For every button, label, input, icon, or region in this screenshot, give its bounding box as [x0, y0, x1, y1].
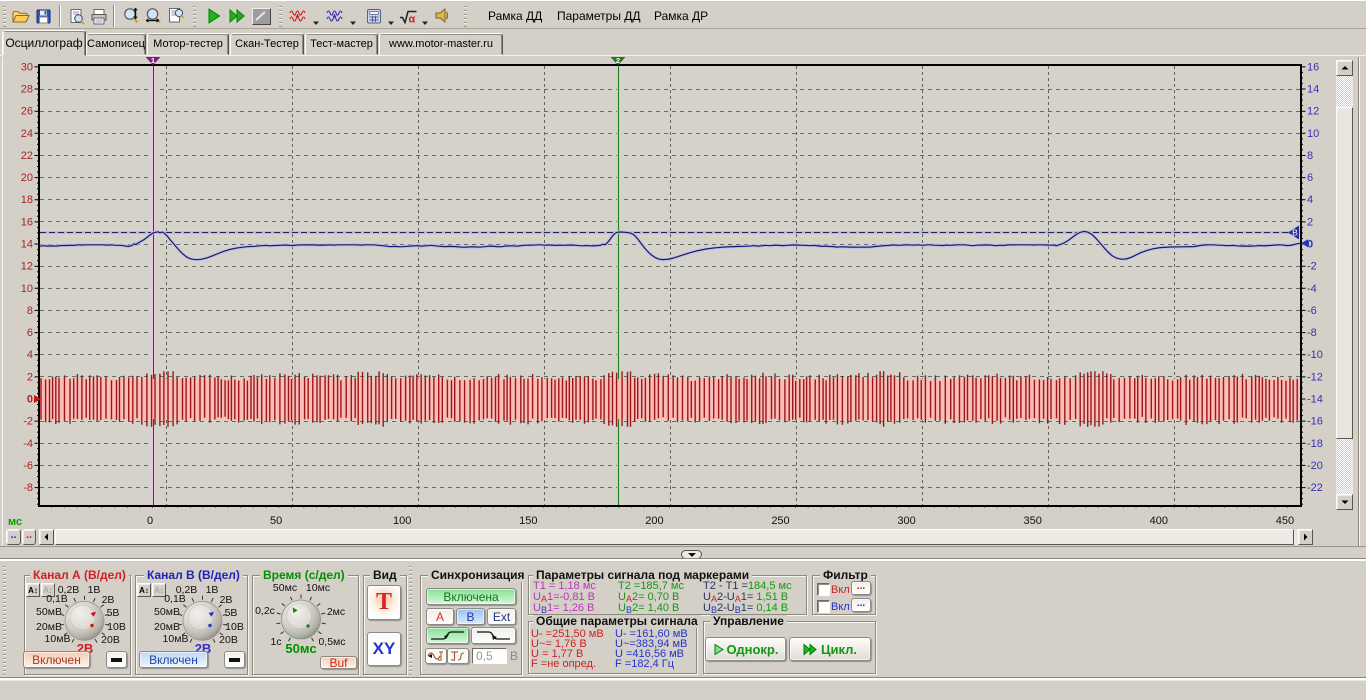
svg-text:-16: -16	[1307, 416, 1323, 428]
svg-text:12: 12	[21, 261, 33, 273]
svg-text:B: B	[1292, 228, 1298, 238]
svg-text:0: 0	[147, 515, 153, 527]
svg-text:30: 30	[21, 61, 33, 73]
svg-text:-22: -22	[1307, 482, 1323, 494]
svg-text:18: 18	[21, 194, 33, 206]
svg-text:-2: -2	[23, 416, 33, 428]
svg-text:мс: мс	[8, 516, 22, 528]
svg-text:100: 100	[393, 515, 411, 527]
svg-text:300: 300	[897, 515, 915, 527]
svg-text:2: 2	[1307, 216, 1313, 228]
svg-text:2: 2	[616, 56, 620, 65]
svg-text:-4: -4	[1307, 283, 1317, 295]
svg-text:8: 8	[1307, 150, 1313, 162]
svg-text:-2: -2	[1307, 261, 1317, 273]
svg-text:16: 16	[1307, 61, 1319, 73]
svg-text:16: 16	[21, 216, 33, 228]
svg-text:400: 400	[1150, 515, 1168, 527]
svg-text:-6: -6	[23, 460, 33, 472]
svg-text:8: 8	[27, 305, 33, 317]
svg-text:-6: -6	[1307, 305, 1317, 317]
svg-text:24: 24	[21, 128, 33, 140]
svg-text:22: 22	[21, 150, 33, 162]
svg-text:20: 20	[21, 172, 33, 184]
svg-text:250: 250	[771, 515, 789, 527]
svg-text:6: 6	[1307, 172, 1313, 184]
svg-text:α: α	[409, 14, 416, 26]
svg-text:-12: -12	[1307, 371, 1323, 383]
svg-text:10: 10	[21, 283, 33, 295]
svg-text:200: 200	[645, 515, 663, 527]
svg-text:150: 150	[519, 515, 537, 527]
svg-text:-10: -10	[1307, 349, 1323, 361]
svg-text:50: 50	[270, 515, 282, 527]
svg-text:-20: -20	[1307, 460, 1323, 472]
svg-text:-18: -18	[1307, 438, 1323, 450]
svg-text:0: 0	[27, 394, 33, 406]
svg-text:26: 26	[21, 106, 33, 118]
svg-text:4: 4	[1307, 194, 1313, 206]
svg-text:350: 350	[1024, 515, 1042, 527]
svg-text:4: 4	[27, 349, 33, 361]
svg-text:-8: -8	[1307, 327, 1317, 339]
svg-text:10: 10	[1307, 128, 1319, 140]
svg-text:28: 28	[21, 84, 33, 96]
svg-text:6: 6	[27, 327, 33, 339]
svg-text:14: 14	[1307, 84, 1319, 96]
svg-text:2: 2	[27, 371, 33, 383]
svg-text:450: 450	[1276, 515, 1294, 527]
svg-text:-14: -14	[1307, 394, 1323, 406]
svg-text:1: 1	[151, 56, 155, 65]
svg-text:12: 12	[1307, 106, 1319, 118]
svg-text:-4: -4	[23, 438, 33, 450]
svg-text:14: 14	[21, 239, 33, 251]
svg-text:-8: -8	[23, 482, 33, 494]
